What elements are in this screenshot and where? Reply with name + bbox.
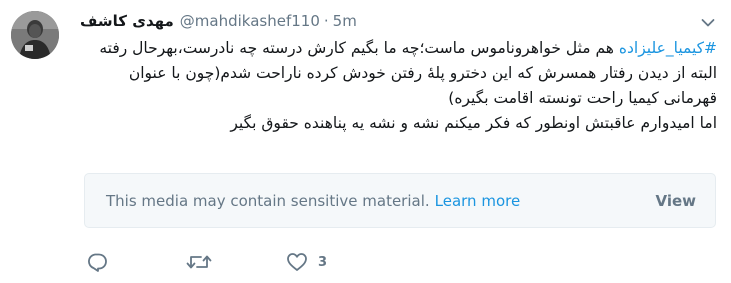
tweet-line-text: البته از دیدن رفتار همسرش که این دخترو پ… — [128, 64, 717, 107]
like-button[interactable]: 3 — [286, 250, 327, 274]
sensitive-media-notice: This media may contain sensitive materia… — [84, 173, 716, 228]
like-icon — [287, 253, 307, 271]
tweet-line: البته از دیدن رفتار همسرش که این دخترو پ… — [80, 61, 717, 111]
sensitive-media-message: This media may contain sensitive materia… — [106, 192, 520, 210]
tweet-line: #کیمیا_علیزاده هم مثل خواهروناموس ماست؛چ… — [80, 36, 717, 61]
tweet-line-text: اما امیدوارم عاقبتش اونطور که فکر میکنم … — [230, 114, 717, 132]
tweet-text: #کیمیا_علیزاده هم مثل خواهروناموس ماست؛چ… — [80, 36, 717, 136]
tweet-line: اما امیدوارم عاقبتش اونطور که فکر میکنم … — [80, 111, 717, 136]
chevron-down-icon[interactable] — [698, 13, 718, 33]
learn-more-link[interactable]: Learn more — [435, 192, 521, 210]
tweet: مهدی کاشف @mahdikashef110 · 5m #کیمیا_عل… — [0, 0, 731, 283]
username-handle[interactable]: @mahdikashef110 — [180, 12, 320, 30]
retweet-button[interactable] — [186, 250, 212, 274]
display-name[interactable]: مهدی کاشف — [80, 12, 174, 30]
reply-button[interactable] — [86, 250, 108, 274]
like-count: 3 — [318, 254, 328, 270]
sensitive-media-text: This media may contain sensitive materia… — [106, 191, 430, 210]
tweet-header: مهدی کاشف @mahdikashef110 · 5m — [80, 11, 357, 31]
view-media-button[interactable]: View — [655, 192, 696, 210]
retweet-icon — [186, 255, 212, 269]
reply-icon — [88, 253, 107, 272]
avatar-photo — [11, 11, 59, 59]
hashtag-link[interactable]: #کیمیا_علیزاده — [619, 39, 717, 57]
avatar[interactable] — [11, 11, 59, 59]
separator-dot: · — [323, 12, 329, 30]
timestamp[interactable]: 5m — [333, 12, 357, 30]
tweet-line-text: هم مثل خواهروناموس ماست؛چه ما بگیم کارش … — [99, 39, 619, 57]
